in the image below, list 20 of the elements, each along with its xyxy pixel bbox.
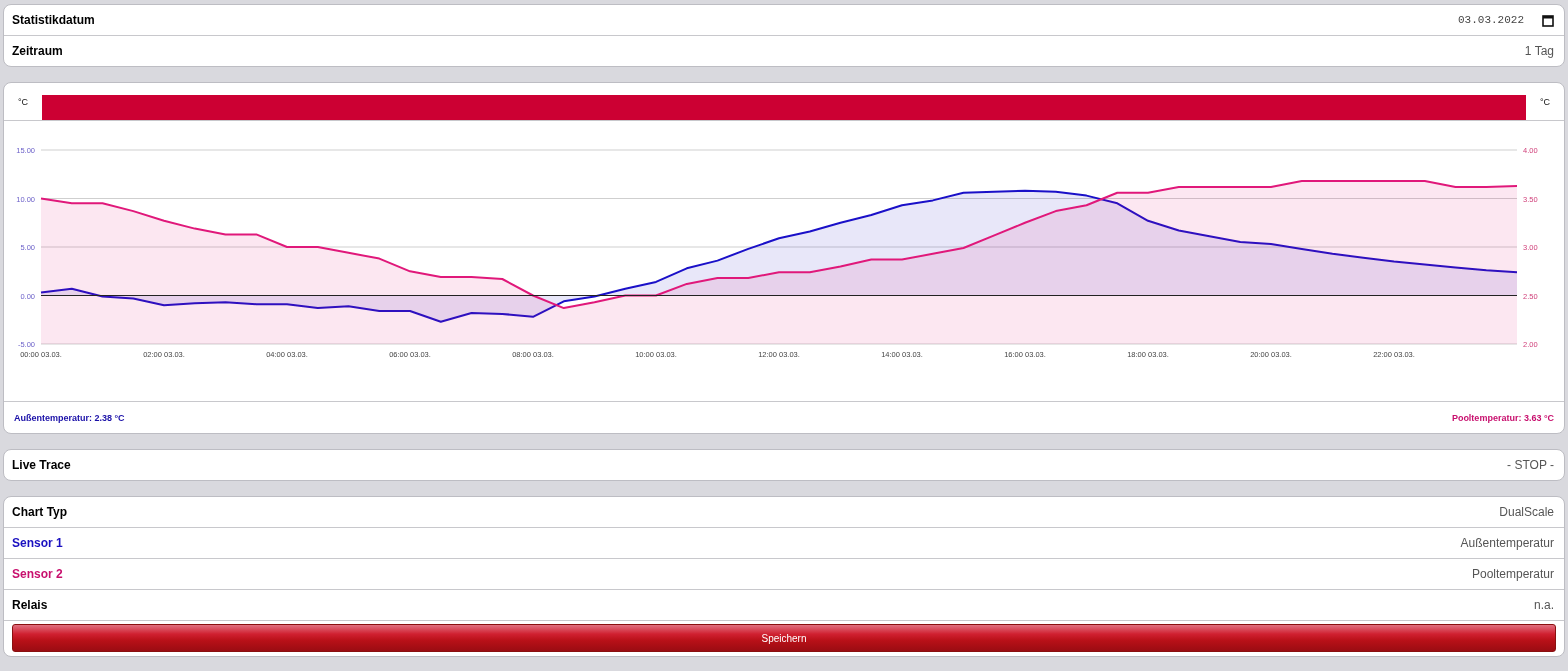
legend-label: Außentemperatur: 2.38 °C [14, 412, 125, 423]
row-label: Zeitraum [12, 44, 63, 58]
legend-label: Pooltemperatur: 3.63 °C [1451, 412, 1554, 423]
row-label: Statistikdatum [12, 13, 95, 27]
calendar-icon[interactable] [1542, 13, 1554, 27]
axis-unit: °C [16, 96, 30, 107]
axis-unit: °C [1538, 96, 1552, 107]
row-label: Relais [12, 598, 48, 612]
save-button[interactable]: Speichern [12, 624, 1556, 652]
row-label: Live Trace [12, 458, 71, 472]
row-value: 1 Tag [1524, 44, 1554, 58]
row-label: Chart Typ [12, 505, 68, 519]
row-value: n.a. [1534, 598, 1554, 612]
row-value: Pooltemperatur [1471, 567, 1554, 581]
row-label: Sensor 1 [12, 536, 63, 550]
row-value: Außentemperatur [1460, 536, 1554, 550]
row-label: Sensor 2 [12, 567, 63, 581]
row-value: - STOP - [1507, 458, 1554, 472]
row-value: DualScale [1499, 505, 1554, 519]
date-field[interactable]: 03.03.2022 [1448, 14, 1524, 26]
